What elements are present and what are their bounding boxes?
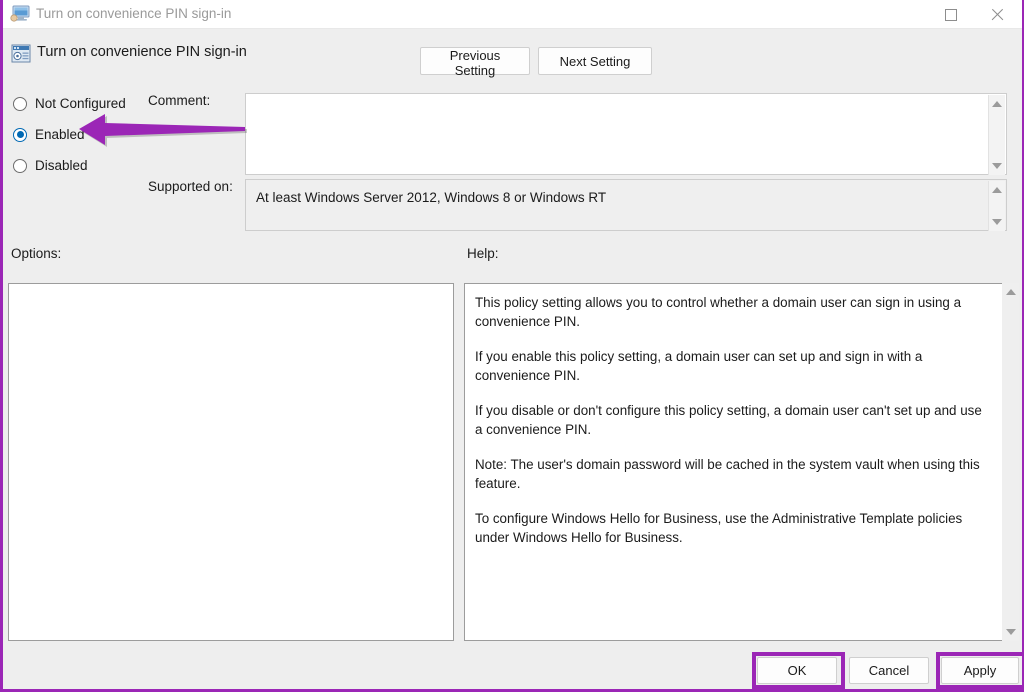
help-panel: This policy setting allows you to contro… [464,283,1004,641]
options-panel[interactable] [8,283,454,641]
title-bar: Turn on convenience PIN sign-in [3,0,1022,29]
maximize-icon [945,8,957,21]
radio-disabled-label: Disabled [35,158,88,173]
help-paragraph: To configure Windows Hello for Business,… [475,511,963,545]
supported-on-field: At least Windows Server 2012, Windows 8 … [245,179,1007,231]
radio-not-configured-indicator [13,96,27,111]
ok-button[interactable]: OK [757,657,837,684]
comment-scrollbar[interactable] [988,95,1005,175]
radio-enabled-label: Enabled [35,127,85,142]
radio-disabled[interactable]: Disabled [13,158,88,173]
supported-on-scrollbar[interactable] [988,181,1005,231]
cancel-button[interactable]: Cancel [849,657,929,684]
help-paragraph: This policy setting allows you to contro… [475,295,962,329]
next-setting-button[interactable]: Next Setting [538,47,652,75]
scroll-down-icon[interactable] [1005,629,1016,635]
close-button[interactable] [974,0,1020,29]
scroll-up-icon[interactable] [992,187,1002,193]
radio-enabled-indicator [13,127,27,142]
close-icon [990,8,1004,22]
window-title: Turn on convenience PIN sign-in [36,6,232,21]
comment-input[interactable] [245,93,1007,175]
policy-setting-dialog: Turn on convenience PIN sign-in Turn on … [0,0,1024,692]
supported-on-value: At least Windows Server 2012, Windows 8 … [256,190,607,205]
annotation-arrow-icon [79,114,247,148]
options-label: Options: [11,246,62,261]
computer-monitor-icon [10,5,30,23]
policy-window-icon [11,44,31,63]
radio-disabled-indicator [13,158,27,173]
help-scrollbar[interactable] [1002,283,1019,641]
supported-on-label: Supported on: [148,179,233,194]
help-paragraph: Note: The user's domain password will be… [475,457,980,491]
previous-setting-button[interactable]: Previous Setting [420,47,530,78]
help-paragraph: If you disable or don't configure this p… [475,403,982,437]
scroll-down-icon[interactable] [992,219,1002,225]
help-label: Help: [467,246,499,261]
help-paragraph: If you enable this policy setting, a dom… [475,349,923,383]
scroll-up-icon[interactable] [992,101,1002,107]
radio-not-configured[interactable]: Not Configured [13,96,126,111]
maximize-button[interactable] [928,0,974,29]
scroll-up-icon[interactable] [1005,289,1016,295]
comment-label: Comment: [148,93,211,108]
scroll-down-icon[interactable] [992,163,1002,169]
radio-enabled[interactable]: Enabled [13,127,85,142]
page-title: Turn on convenience PIN sign-in [37,44,247,60]
apply-button[interactable]: Apply [941,657,1019,684]
radio-not-configured-label: Not Configured [35,96,126,111]
